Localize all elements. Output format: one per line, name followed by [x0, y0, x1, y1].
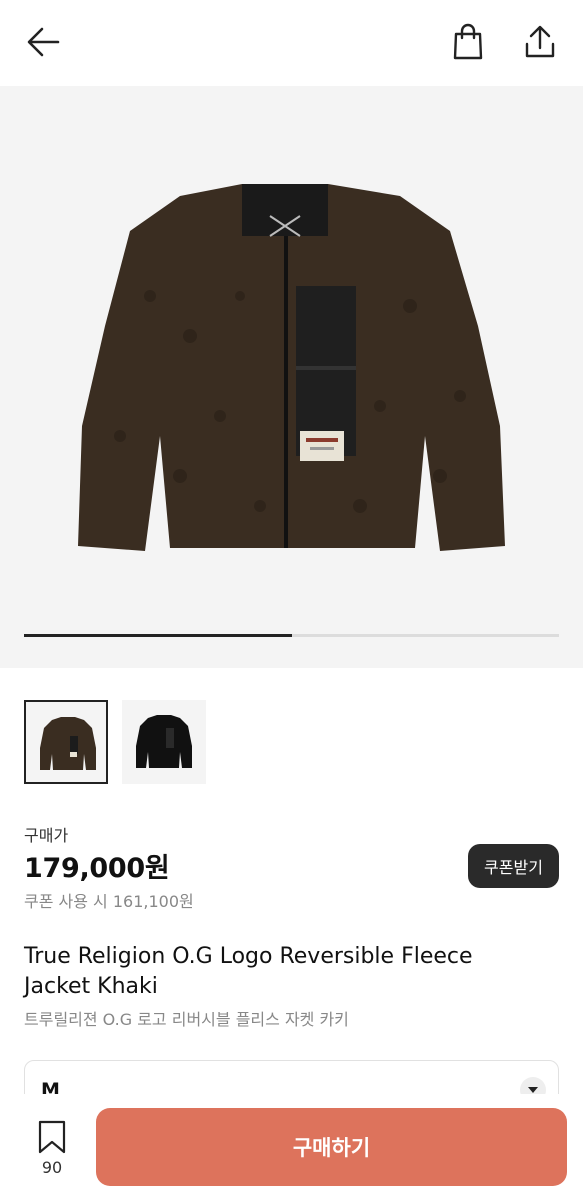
bookmark-icon [38, 1120, 66, 1154]
product-image-carousel[interactable] [0, 86, 583, 668]
arrow-left-icon [27, 27, 60, 57]
carousel-progress [24, 634, 559, 637]
product-title: True Religion O.G Logo Reversible Fleece… [24, 944, 473, 999]
price-label: 구매가 [24, 826, 69, 845]
wishlist-count: 90 [41, 1158, 63, 1177]
shopping-bag-icon [453, 23, 483, 60]
wishlist-button[interactable]: 90 [24, 1116, 80, 1182]
carousel-progress-fill [24, 634, 292, 637]
top-bar [0, 0, 583, 86]
coupon-price: 쿠폰 사용 시 161,100원 [24, 892, 194, 911]
thumbnail-image [136, 715, 192, 768]
thumbnail-khaki[interactable] [24, 700, 108, 784]
product-image [78, 184, 505, 551]
cart-button[interactable] [446, 22, 490, 62]
bottom-action-bar: 90 구매하기 [0, 1094, 583, 1200]
buy-button[interactable]: 구매하기 [96, 1108, 567, 1186]
thumbnail-black[interactable] [122, 700, 206, 784]
share-button[interactable] [518, 22, 562, 62]
price: 179,000원 [24, 853, 170, 884]
thumbnail-image [40, 717, 96, 770]
share-icon [525, 25, 555, 58]
product-title-korean: 트루릴리젼 O.G 로고 리버시블 플리스 자켓 카키 [24, 1010, 349, 1029]
back-button[interactable] [22, 22, 66, 62]
get-coupon-button[interactable]: 쿠폰받기 [468, 844, 559, 888]
